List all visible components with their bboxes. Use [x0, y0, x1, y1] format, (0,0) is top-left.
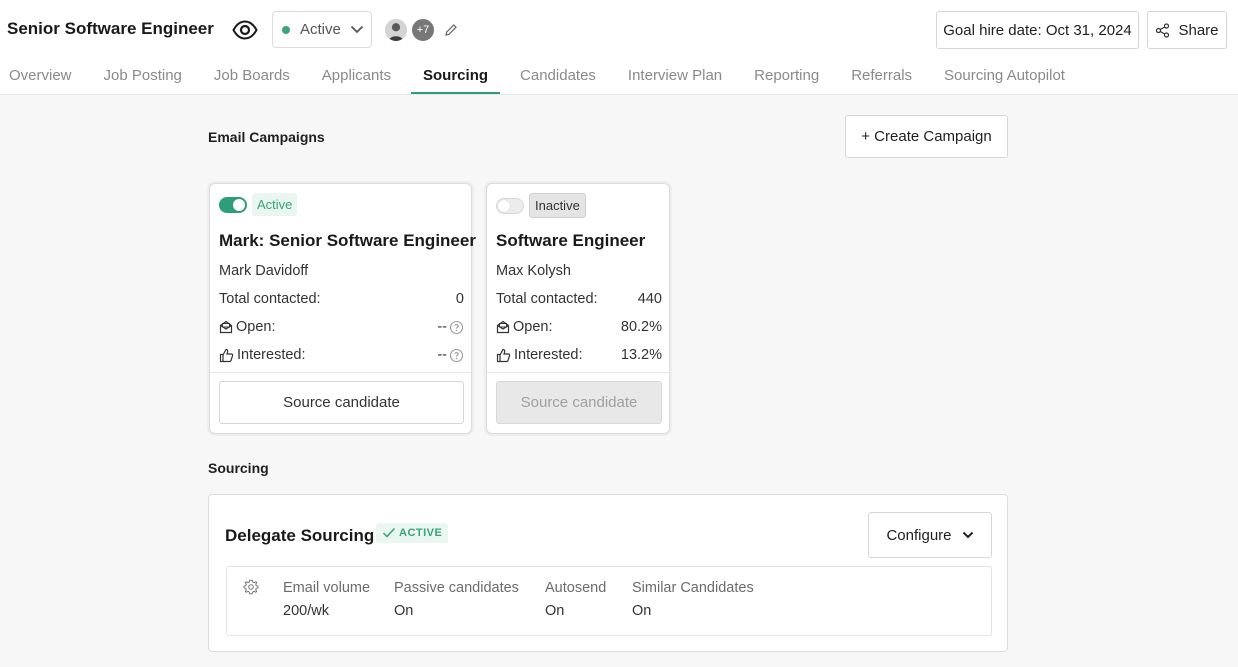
stat-label: Interested: [514, 347, 583, 363]
stat-label: Total contacted: [219, 291, 321, 307]
stat-label: Open: [236, 319, 276, 335]
job-status-value: Active [300, 21, 341, 38]
setting-label: Email volume [283, 580, 371, 596]
team-avatars[interactable]: +7 [384, 17, 458, 43]
sourcing-settings-summary: Email volume 200/wk Passive candidates O… [226, 566, 992, 636]
setting-value: On [394, 603, 414, 619]
stat-value: -- [437, 319, 447, 335]
help-circle-icon[interactable] [449, 320, 464, 335]
status-dot [282, 25, 290, 34]
setting-value: On [632, 603, 652, 619]
campaign-card: Active Mark: Senior Software Engineer Ma… [209, 183, 476, 434]
campaign-toggle[interactable] [219, 196, 247, 213]
job-title: Senior Software Engineer [7, 19, 214, 38]
mail-open-icon [496, 320, 510, 334]
campaign-card: Inactive Software Engineer Max Kolysh To… [486, 183, 670, 434]
setting-passive-candidates: Passive candidates On [394, 580, 519, 619]
more-members-badge[interactable]: +7 [410, 17, 436, 43]
tab-referrals[interactable]: Referrals [851, 60, 912, 94]
stat-value: 13.2% [620, 347, 662, 363]
open-rate-row: Open: -- [219, 318, 464, 336]
configure-label: Configure [886, 526, 952, 544]
sourcing-heading: Sourcing [208, 460, 269, 476]
pencil-icon[interactable] [444, 23, 458, 37]
goal-hire-date-button[interactable]: Goal hire date: Oct 31, 2024 [936, 11, 1139, 49]
total-contacted-row: Total contacted: 0 [219, 290, 464, 308]
tab-reporting[interactable]: Reporting [754, 60, 819, 94]
setting-value: On [545, 603, 565, 619]
stat-value: 80.2% [620, 319, 662, 335]
tab-bar: Overview Job Posting Job Boards Applican… [0, 60, 1097, 95]
tab-applicants[interactable]: Applicants [322, 60, 391, 94]
status-badge-label: ACTIVE [399, 527, 443, 539]
thumbs-up-icon [219, 348, 234, 363]
source-candidate-button[interactable]: Source candidate [496, 381, 662, 424]
setting-autosend: Autosend On [545, 580, 606, 619]
source-candidate-button[interactable]: Source candidate [219, 381, 464, 424]
chevron-down-icon [350, 25, 364, 34]
stat-label: Open: [513, 319, 553, 335]
delegate-sourcing-card: Delegate Sourcing ACTIVE Configure Email… [208, 494, 1008, 652]
stat-value: 440 [637, 291, 662, 307]
tab-interview-plan[interactable]: Interview Plan [628, 60, 722, 94]
open-rate-row: Open: 80.2% [496, 318, 662, 336]
setting-label: Similar Candidates [632, 580, 754, 596]
setting-label: Autosend [545, 580, 607, 596]
share-icon [1155, 22, 1170, 38]
tab-job-boards[interactable]: Job Boards [214, 60, 290, 94]
chevron-down-icon [962, 531, 974, 539]
campaign-title: Software Engineer [496, 231, 646, 250]
stat-value: 0 [455, 291, 464, 307]
eye-icon [232, 20, 258, 40]
campaign-title: Mark: Senior Software Engineer [219, 231, 476, 250]
job-status-select[interactable]: Active [272, 11, 372, 48]
configure-button[interactable]: Configure [868, 512, 992, 558]
interested-rate-row: Interested: -- [219, 346, 464, 364]
share-label: Share [1178, 21, 1219, 39]
card-divider [487, 372, 669, 373]
email-campaigns-heading: Email Campaigns [208, 129, 325, 145]
status-badge: ACTIVE [376, 523, 449, 543]
campaign-owner: Max Kolysh [496, 263, 571, 279]
thumbs-up-icon [496, 348, 511, 363]
tab-job-posting[interactable]: Job Posting [104, 60, 182, 94]
setting-label: Passive candidates [394, 580, 519, 596]
total-contacted-row: Total contacted: 440 [496, 290, 662, 308]
delegate-sourcing-title: Delegate Sourcing [225, 526, 375, 545]
watch-button[interactable] [230, 16, 260, 44]
stat-value: -- [437, 347, 447, 363]
share-button[interactable]: Share [1147, 11, 1227, 49]
interested-rate-row: Interested: 13.2% [496, 346, 662, 364]
status-badge: Active [252, 193, 298, 216]
help-circle-icon[interactable] [449, 348, 464, 363]
tab-overview[interactable]: Overview [9, 60, 72, 94]
setting-email-volume: Email volume 200/wk [283, 580, 370, 619]
create-campaign-button[interactable]: + Create Campaign [845, 115, 1008, 158]
mail-open-icon [219, 320, 233, 334]
top-bar: Senior Software Engineer Active +7 Goal … [0, 0, 1238, 95]
gear-icon [243, 579, 259, 595]
tab-candidates[interactable]: Candidates [520, 60, 596, 94]
status-badge: Inactive [529, 193, 586, 218]
tab-sourcing-autopilot[interactable]: Sourcing Autopilot [944, 60, 1065, 94]
setting-value: 200/wk [283, 603, 329, 619]
campaign-toggle[interactable] [496, 197, 524, 214]
campaign-owner: Mark Davidoff [219, 263, 309, 279]
stat-label: Interested: [237, 347, 306, 363]
avatar[interactable] [384, 18, 408, 42]
tab-sourcing[interactable]: Sourcing [411, 60, 501, 94]
stat-label: Total contacted: [496, 291, 598, 307]
check-icon [382, 527, 396, 539]
setting-similar-candidates: Similar Candidates On [632, 580, 754, 619]
card-divider [210, 372, 471, 373]
